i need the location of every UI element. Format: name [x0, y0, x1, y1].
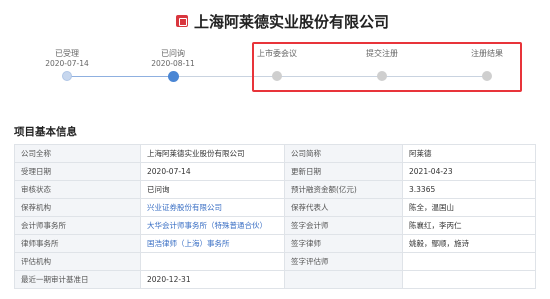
step-dot-registration-result [482, 71, 492, 81]
field-value: 2020-07-14 [140, 162, 285, 181]
field-value [402, 270, 536, 289]
step-dot-listing-committee [272, 71, 282, 81]
field-label: 最近一期审计基准日 [14, 270, 141, 289]
review-timeline: 已受理 2020-07-14 已问询 2020-08-11 上市委会议 提交注册… [0, 40, 550, 110]
step-dot-inquired [167, 70, 179, 82]
field-value: 阿莱德 [402, 144, 536, 163]
title-wrap: 上海阿莱德实业股份有限公司 [176, 10, 389, 32]
field-value: 2021-04-23 [402, 162, 536, 181]
timeline-step-accepted: 已受理 2020-07-14 [22, 48, 112, 69]
field-label: 签字评估师 [284, 252, 403, 271]
field-label: 公司全称 [14, 144, 141, 163]
step-label: 已问询 [161, 49, 185, 58]
sponsor-link[interactable]: 兴业证券股份有限公司 [140, 198, 285, 217]
timeline-step-listing-committee: 上市委会议 [232, 48, 322, 69]
step-date [232, 59, 322, 69]
field-value: 陈全，温国山 [402, 198, 536, 217]
field-label: 评估机构 [14, 252, 141, 271]
step-date [442, 59, 532, 69]
field-label: 保荐机构 [14, 198, 141, 217]
timeline-step-registration-result: 注册结果 [442, 48, 532, 69]
page-header: 上海阿莱德实业股份有限公司 [0, 0, 550, 40]
accounting-firm-link[interactable]: 大华会计师事务所（特殊普通合伙） [140, 216, 285, 235]
field-value: 已问询 [140, 180, 285, 199]
step-label: 提交注册 [366, 49, 398, 58]
step-date: 2020-08-11 [151, 59, 195, 68]
project-info-table: 公司全称 上海阿莱德实业股份有限公司 公司简称 阿莱德 受理日期 2020-07… [14, 144, 536, 289]
field-label: 受理日期 [14, 162, 141, 181]
timeline-line-done [67, 76, 173, 77]
field-label: 保荐代表人 [284, 198, 403, 217]
step-label: 上市委会议 [257, 49, 297, 58]
field-value: 姚毅，鄢顺，施诗 [402, 234, 536, 253]
step-date: 2020-07-14 [45, 59, 89, 68]
table-row: 会计师事务所 大华会计师事务所（特殊普通合伙） 签字会计师 陈襄红，李丙仁 [14, 216, 536, 235]
step-date [337, 59, 427, 69]
field-label: 签字会计师 [284, 216, 403, 235]
step-label: 已受理 [55, 49, 79, 58]
step-dot-submit-registration [377, 71, 387, 81]
section-title: 项目基本信息 [14, 126, 77, 138]
field-label: 审核状态 [14, 180, 141, 199]
table-row: 审核状态 已问询 预计融资金额(亿元) 3.3365 [14, 180, 536, 199]
field-label [284, 270, 403, 289]
timeline-step-inquired: 已问询 2020-08-11 [128, 48, 218, 69]
table-row: 评估机构 签字评估师 [14, 252, 536, 271]
field-label: 公司简称 [284, 144, 403, 163]
step-dot-accepted [62, 71, 72, 81]
field-value: 3.3365 [402, 180, 536, 199]
table-row: 律师事务所 国浩律师（上海）事务所 签字律师 姚毅，鄢顺，施诗 [14, 234, 536, 253]
field-label: 签字律师 [284, 234, 403, 253]
field-label: 会计师事务所 [14, 216, 141, 235]
law-firm-link[interactable]: 国浩律师（上海）事务所 [140, 234, 285, 253]
table-row: 最近一期审计基准日 2020-12-31 [14, 270, 536, 289]
field-value [140, 252, 285, 271]
field-value [402, 252, 536, 271]
field-value: 陈襄红，李丙仁 [402, 216, 536, 235]
field-label: 律师事务所 [14, 234, 141, 253]
field-value: 2020-12-31 [140, 270, 285, 289]
step-label: 注册结果 [471, 49, 503, 58]
field-label: 更新日期 [284, 162, 403, 181]
table-row: 保荐机构 兴业证券股份有限公司 保荐代表人 陈全，温国山 [14, 198, 536, 217]
table-row: 公司全称 上海阿莱德实业股份有限公司 公司简称 阿莱德 [14, 144, 536, 163]
page-title: 上海阿莱德实业股份有限公司 [194, 12, 390, 31]
timeline-step-submit-registration: 提交注册 [337, 48, 427, 69]
field-label: 预计融资金额(亿元) [284, 180, 403, 199]
company-logo-icon [176, 15, 188, 27]
field-value: 上海阿莱德实业股份有限公司 [140, 144, 285, 163]
table-row: 受理日期 2020-07-14 更新日期 2021-04-23 [14, 162, 536, 181]
